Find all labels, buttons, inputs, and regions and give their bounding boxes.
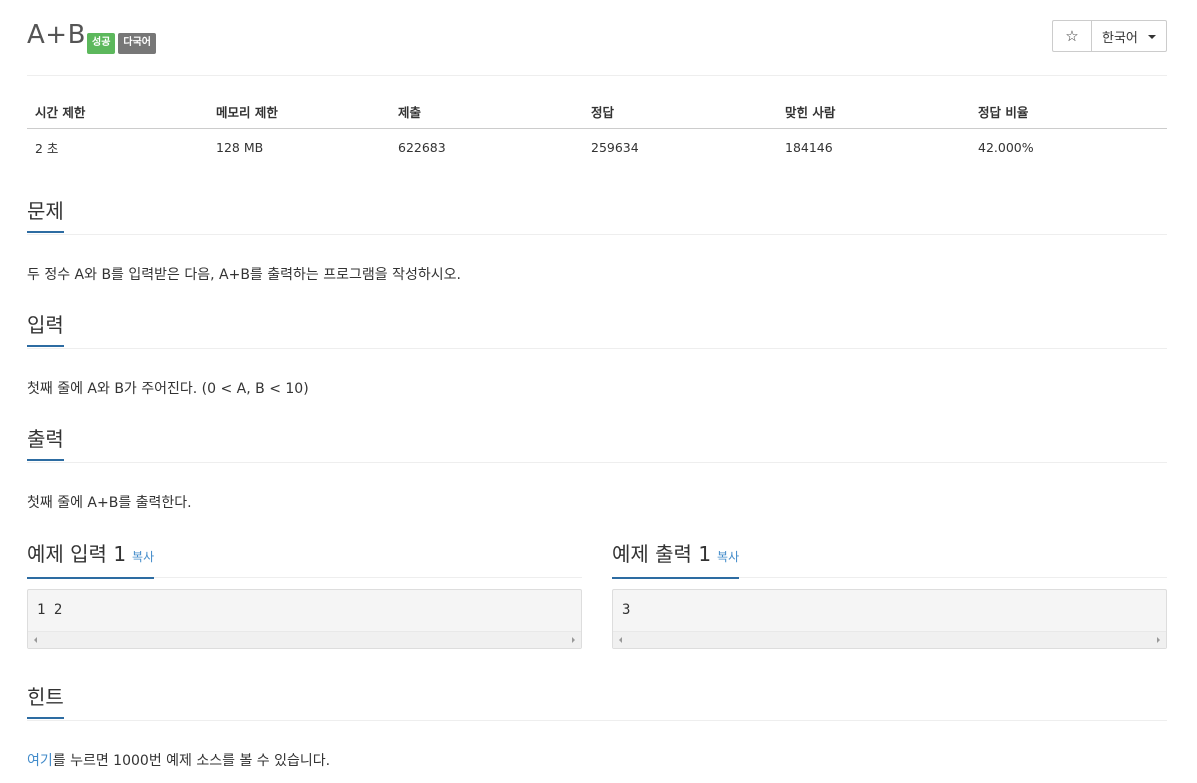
info-header-row: 시간 제한 메모리 제한 제출 정답 맞힌 사람 정답 비율 [27, 94, 1167, 129]
problem-page: A+B 성공 다국어 ☆ 한국어 시간 제한 메모리 제한 제출 정답 맞힌 사… [27, 0, 1167, 769]
scroll-left-icon[interactable] [619, 637, 622, 643]
hint-heading: 힌트 [27, 684, 1167, 721]
problem-title: A+B [27, 20, 86, 50]
sample-output-title-wrap: 예제 출력 1 복사 [612, 541, 740, 579]
sample-output-box[interactable]: 3 [612, 589, 1167, 649]
hint-text: 여기를 누르면 1000번 예제 소스를 볼 수 있습니다. [27, 750, 330, 770]
sample-input-title-wrap: 예제 입력 1 복사 [27, 541, 155, 579]
output-heading: 출력 [27, 426, 1167, 463]
multilang-badge[interactable]: 다국어 [118, 33, 157, 54]
description-text: 두 정수 A와 B를 입력받은 다음, A+B를 출력하는 프로그램을 작성하시… [27, 267, 461, 283]
description-title: 문제 [27, 198, 64, 233]
caret-down-icon [1148, 35, 1156, 39]
info-header-submissions: 제출 [390, 94, 583, 129]
sample-input-title: 예제 입력 1 [27, 542, 127, 566]
star-icon: ☆ [1065, 27, 1079, 45]
info-accepted: 259634 [591, 139, 639, 155]
copy-input-button[interactable]: 복사 [132, 550, 154, 564]
output-title: 출력 [27, 426, 64, 461]
input-text: 첫째 줄에 A와 B가 주어진다. (0 < A, B < 10) [27, 381, 309, 397]
hint-link[interactable]: 여기 [27, 753, 53, 769]
sample-output-heading: 예제 출력 1 복사 [612, 541, 1167, 579]
problem-badges: 성공 다국어 [87, 33, 157, 54]
scroll-left-icon[interactable] [34, 637, 37, 643]
scroll-right-icon[interactable] [572, 637, 575, 643]
info-value-row: 2 초 128 MB 622683 259634 184146 42.000% [27, 129, 1167, 166]
info-header-time-limit: 시간 제한 [27, 94, 208, 129]
scroll-right-icon[interactable] [1157, 637, 1160, 643]
input-section: 입력 첫째 줄에 A와 B가 주어진다. (0 < A, B < 10) [27, 312, 1167, 397]
problem-info-table: 시간 제한 메모리 제한 제출 정답 맞힌 사람 정답 비율 2 초 128 M… [27, 94, 1167, 165]
info-header-memory-limit: 메모리 제한 [208, 94, 390, 129]
hint-text-rest: 를 누르면 1000번 예제 소스를 볼 수 있습니다. [52, 753, 331, 769]
info-solvers[interactable]: 184146 [777, 129, 970, 166]
problem-header: A+B 성공 다국어 ☆ 한국어 [27, 0, 1167, 76]
input-heading: 입력 [27, 312, 1167, 349]
description-section: 문제 두 정수 A와 B를 입력받은 다음, A+B를 출력하는 프로그램을 작… [27, 198, 1167, 283]
input-title: 입력 [27, 312, 64, 347]
output-text: 첫째 줄에 A+B를 출력한다. [27, 495, 192, 511]
sample-input-content: 1 2 [37, 602, 63, 618]
success-badge[interactable]: 성공 [87, 33, 116, 54]
info-header-solvers: 맞힌 사람 [777, 94, 970, 129]
sample-input-box[interactable]: 1 2 [27, 589, 582, 649]
info-time-limit: 2 초 [35, 140, 59, 156]
language-dropdown[interactable]: 한국어 [1091, 20, 1167, 52]
hint-title: 힌트 [27, 684, 64, 719]
horizontal-scrollbar[interactable] [613, 631, 1166, 648]
header-controls: ☆ 한국어 [1052, 20, 1167, 52]
sample-output-content: 3 [622, 602, 631, 618]
info-submissions[interactable]: 622683 [390, 129, 583, 166]
star-button[interactable]: ☆ [1052, 20, 1091, 52]
language-label: 한국어 [1102, 30, 1138, 46]
output-section: 출력 첫째 줄에 A+B를 출력한다. [27, 426, 1167, 511]
info-memory-limit: 128 MB [216, 139, 264, 155]
sample-input-heading: 예제 입력 1 복사 [27, 541, 582, 579]
horizontal-scrollbar[interactable] [28, 631, 581, 648]
sample-output-title: 예제 출력 1 [612, 542, 712, 566]
hint-section: 힌트 여기를 누르면 1000번 예제 소스를 볼 수 있습니다. [27, 684, 1167, 769]
sample-input-section: 예제 입력 1 복사 1 2 [27, 541, 582, 649]
copy-output-button[interactable]: 복사 [717, 550, 739, 564]
description-heading: 문제 [27, 198, 1167, 235]
info-ratio: 42.000% [978, 139, 1034, 155]
info-header-ratio: 정답 비율 [970, 94, 1167, 129]
info-header-accepted: 정답 [583, 94, 777, 129]
sample-output-section: 예제 출력 1 복사 3 [612, 541, 1167, 649]
